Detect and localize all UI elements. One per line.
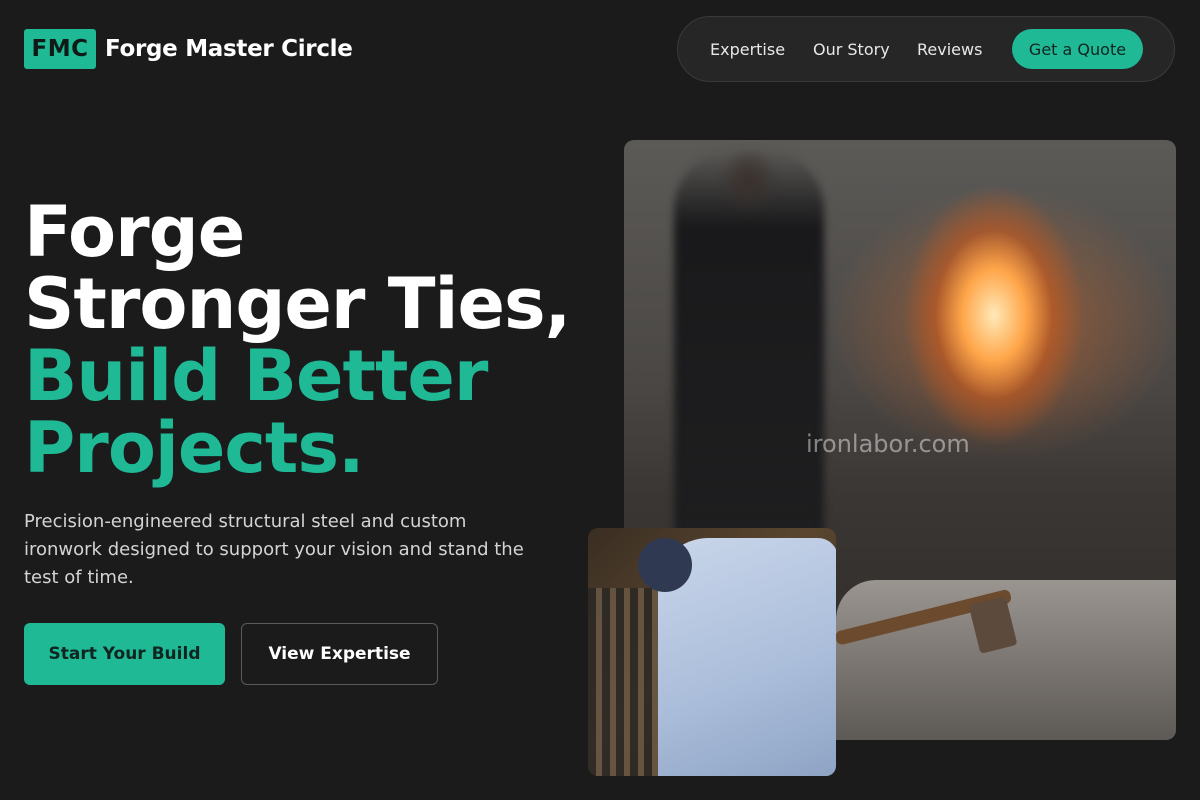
hero-title-line-4: Projects. xyxy=(24,407,365,489)
logo-mark: FMC xyxy=(24,29,96,69)
hero-subtitle: Precision-engineered structural steel an… xyxy=(24,511,524,588)
brand-logo[interactable]: FMC Forge Master Circle xyxy=(24,29,353,69)
hero-title-line-3: Build Better xyxy=(24,335,488,417)
hero-title: Forge Stronger Ties, Build Better Projec… xyxy=(24,196,584,484)
get-quote-button[interactable]: Get a Quote xyxy=(1012,29,1143,69)
hero-title-line-1: Forge xyxy=(24,191,245,273)
brand-name: Forge Master Circle xyxy=(105,36,353,62)
view-expertise-button[interactable]: View Expertise xyxy=(241,623,438,685)
nav-link-our-story[interactable]: Our Story xyxy=(813,40,890,59)
workshop-photo xyxy=(588,528,836,776)
start-build-button[interactable]: Start Your Build xyxy=(24,623,225,685)
main-nav: Expertise Our Story Reviews Get a Quote xyxy=(677,16,1175,82)
nav-link-expertise[interactable]: Expertise xyxy=(710,40,785,59)
nav-link-reviews[interactable]: Reviews xyxy=(917,40,982,59)
hero-title-line-2: Stronger Ties, xyxy=(24,263,571,345)
worker-cap xyxy=(638,538,692,592)
photo-watermark: ironlabor.com xyxy=(806,430,970,458)
blacksmith-silhouette xyxy=(674,150,824,580)
